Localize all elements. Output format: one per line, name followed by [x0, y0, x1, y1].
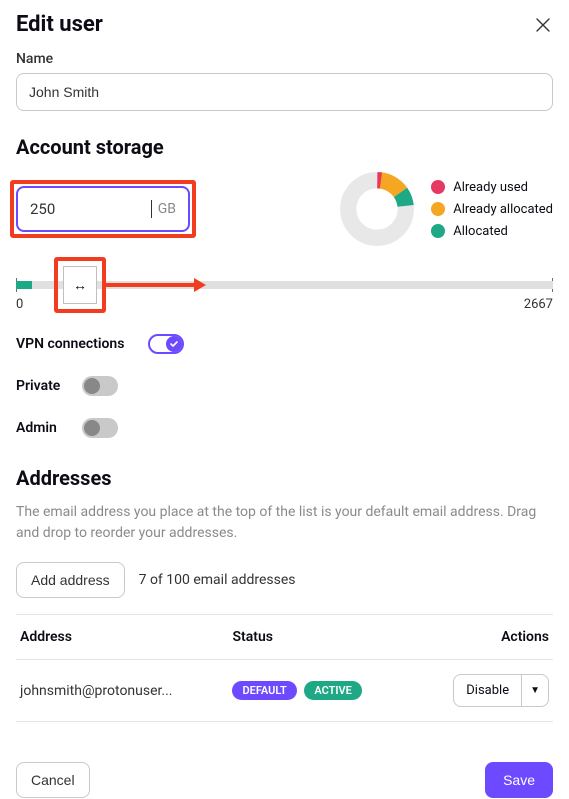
- address-email: johnsmith@protonuser...: [16, 660, 228, 722]
- legend-dot-allocated-other: [431, 202, 445, 216]
- badge-default: DEFAULT: [232, 681, 296, 700]
- addresses-description: The email address you place at the top o…: [16, 502, 553, 544]
- storage-title: Account storage: [16, 135, 553, 159]
- private-toggle[interactable]: [82, 376, 118, 396]
- legend-allocated-other: Already allocated: [431, 202, 553, 217]
- name-label: Name: [16, 51, 553, 67]
- storage-value[interactable]: 250: [30, 200, 152, 218]
- legend-allocated: Allocated: [431, 224, 553, 239]
- check-icon: [169, 339, 179, 349]
- slider-fill: [16, 281, 32, 289]
- legend-used: Already used: [431, 180, 553, 195]
- legend-label-allocated: Allocated: [453, 224, 508, 239]
- save-button[interactable]: Save: [485, 762, 553, 798]
- vpn-toggle[interactable]: [148, 334, 184, 354]
- tutorial-arrow-icon: [106, 278, 206, 292]
- legend-dot-allocated: [431, 224, 445, 238]
- slider-min-label: 0: [16, 297, 23, 312]
- close-icon: [535, 17, 551, 33]
- vpn-label: VPN connections: [16, 336, 134, 352]
- add-address-button[interactable]: Add address: [16, 562, 125, 598]
- legend-label-allocated-other: Already allocated: [453, 202, 553, 217]
- vpn-toggle-knob: [166, 336, 182, 352]
- disable-button[interactable]: Disable ▼: [453, 674, 549, 707]
- admin-toggle-knob: [84, 420, 100, 436]
- col-status: Status: [228, 615, 415, 660]
- badge-active: ACTIVE: [304, 681, 362, 700]
- disable-label: Disable: [454, 675, 522, 706]
- private-toggle-knob: [84, 378, 100, 394]
- addresses-table: Address Status Actions johnsmith@protonu…: [16, 614, 553, 722]
- storage-input[interactable]: 250 GB: [16, 186, 190, 232]
- chevron-down-icon[interactable]: ▼: [522, 677, 548, 704]
- close-button[interactable]: [533, 15, 553, 35]
- table-row[interactable]: johnsmith@protonuser... DEFAULT ACTIVE D…: [16, 660, 553, 722]
- admin-label: Admin: [16, 420, 68, 436]
- address-count: 7 of 100 email addresses: [139, 572, 296, 588]
- col-actions: Actions: [416, 615, 553, 660]
- addresses-title: Addresses: [16, 466, 553, 490]
- legend-dot-used: [431, 180, 445, 194]
- storage-donut-chart: [339, 171, 415, 247]
- address-status: DEFAULT ACTIVE: [228, 660, 415, 722]
- slider-handle[interactable]: ↔: [63, 266, 97, 304]
- admin-toggle[interactable]: [82, 418, 118, 438]
- private-label: Private: [16, 378, 68, 394]
- storage-legend: Already used Already allocated Allocated: [431, 180, 553, 239]
- slider-max-label: 2667: [524, 297, 553, 312]
- storage-unit: GB: [158, 201, 176, 217]
- resize-icon: ↔: [73, 277, 87, 294]
- col-address: Address: [16, 615, 228, 660]
- storage-slider[interactable]: ↔: [16, 281, 553, 289]
- name-input[interactable]: [16, 73, 553, 111]
- dialog-title: Edit user: [16, 12, 103, 37]
- cancel-button[interactable]: Cancel: [16, 762, 90, 798]
- legend-label-used: Already used: [453, 180, 528, 195]
